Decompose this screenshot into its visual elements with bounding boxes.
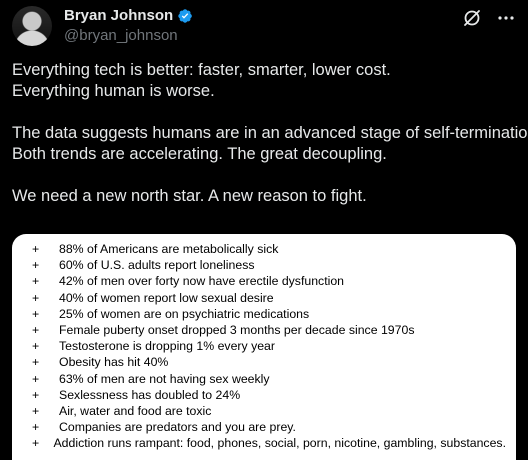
bullet-plus: + bbox=[32, 258, 40, 273]
avatar[interactable] bbox=[12, 6, 52, 46]
bullet-plus: + bbox=[32, 242, 40, 257]
more-icon[interactable] bbox=[496, 8, 516, 28]
list-item: + Obesity has hit 40% bbox=[32, 355, 169, 370]
tweet-line: The data suggests humans are in an advan… bbox=[12, 124, 528, 142]
tweet-header: Bryan Johnson @bryan_johnson bbox=[12, 6, 516, 46]
tweet-line: Both trends are accelerating. The great … bbox=[12, 145, 387, 163]
bullet-plus: + bbox=[32, 290, 40, 305]
author-block: Bryan Johnson @bryan_johnson bbox=[64, 7, 193, 46]
bullet-plus: + bbox=[32, 371, 40, 386]
list-item: +40% of women report low sexual desire bbox=[32, 290, 274, 305]
list-item: + Air, water and food are toxic bbox=[32, 403, 212, 418]
tweet-line: Everything tech is better: faster, smart… bbox=[12, 61, 391, 79]
list-item: + Addiction runs rampant: food, phones, s… bbox=[32, 436, 506, 451]
list-item: + Testosterone is dropping 1% every year bbox=[32, 339, 275, 354]
bullet-plus: + bbox=[32, 323, 40, 338]
tweet-text: Everything tech is better: faster, smart… bbox=[12, 60, 528, 207]
list-item: + Female puberty onset dropped 3 months p… bbox=[32, 323, 415, 338]
bullet-plus: + bbox=[32, 355, 40, 370]
tweet-line: Everything human is worse. bbox=[12, 82, 215, 100]
bullet-plus: + bbox=[32, 420, 40, 435]
tweet-line-break bbox=[12, 165, 522, 186]
bullet-plus: + bbox=[32, 387, 40, 402]
author-display-name[interactable]: Bryan Johnson bbox=[64, 7, 173, 25]
grok-icon[interactable] bbox=[462, 8, 482, 28]
bullet-plus: + bbox=[32, 339, 40, 354]
list-item: +42% of men over forty now have erectile… bbox=[32, 274, 345, 289]
list-item: +60% of U.S. adults report loneliness bbox=[32, 258, 255, 273]
bullet-plus: + bbox=[32, 403, 40, 418]
media-image-card[interactable]: +88% of Americans are metabolically sick… bbox=[12, 234, 516, 460]
bullet-plus: + bbox=[32, 306, 40, 321]
author-handle[interactable]: @bryan_johnson bbox=[64, 26, 193, 46]
list-item: +25% of women are on psychiatric medicat… bbox=[32, 306, 310, 321]
list-item: +63% of men are not having sex weekly bbox=[32, 371, 270, 386]
list-item: + Companies are predators and you are pre… bbox=[32, 420, 296, 435]
bullet-plus: + bbox=[32, 274, 40, 289]
header-actions bbox=[462, 8, 516, 28]
tweet-line: We need a new north star. A new reason t… bbox=[12, 187, 367, 205]
list-item: +88% of Americans are metabolically sick bbox=[32, 242, 279, 257]
verified-badge-icon[interactable] bbox=[177, 8, 193, 24]
name-row: Bryan Johnson bbox=[64, 7, 193, 25]
tweet-line-break bbox=[12, 102, 522, 123]
list-item: + Sexlessness has doubled to 24% bbox=[32, 387, 241, 402]
bullet-plus: + bbox=[32, 436, 40, 451]
